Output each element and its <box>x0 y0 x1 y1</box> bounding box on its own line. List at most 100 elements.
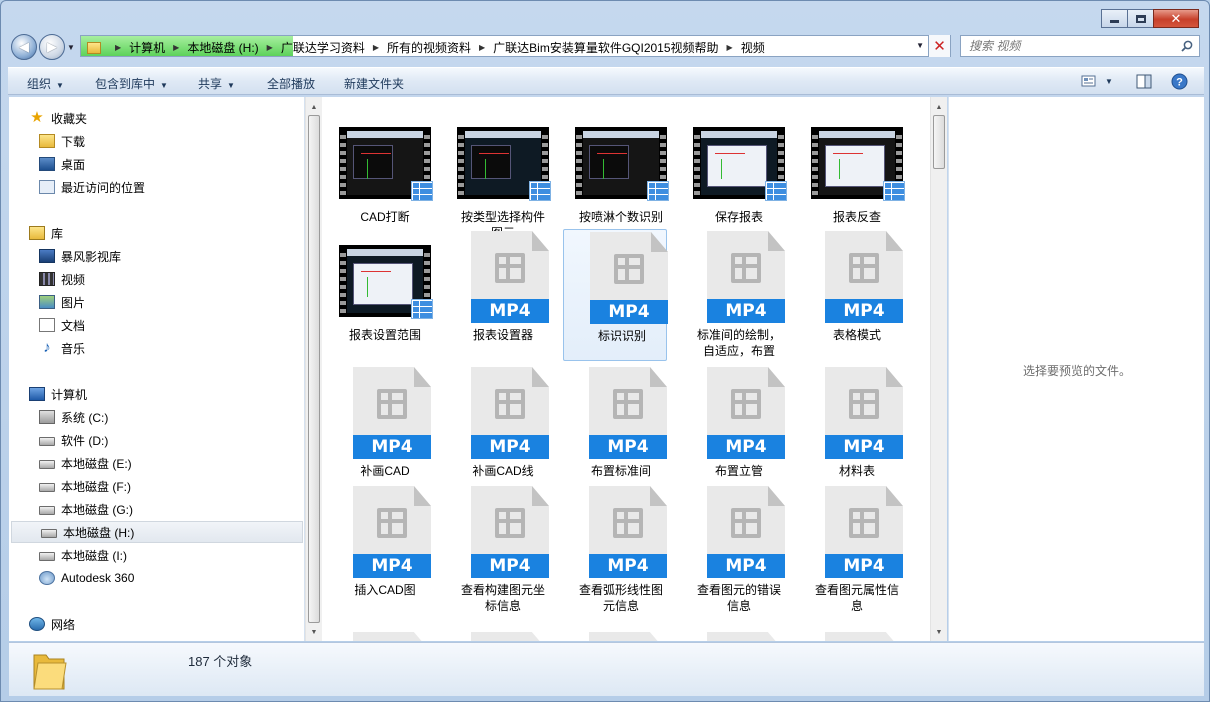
nav-label: 最近访问的位置 <box>61 180 146 195</box>
page-fold <box>886 486 903 506</box>
nav-computer[interactable]: 计算机 <box>29 383 87 405</box>
view-options-icon[interactable] <box>1081 74 1097 88</box>
file-name: 补画CAD <box>360 464 410 478</box>
file-item-add-cad-line[interactable]: MP4 补画CAD线 <box>445 365 549 497</box>
address-history-dropdown[interactable]: ▼ <box>916 41 924 50</box>
share-menu[interactable]: 共享 ▼ <box>198 75 235 92</box>
nav-libraries[interactable]: 库 <box>29 222 63 244</box>
nav-item-drive-g[interactable]: 本地磁盘 (G:) <box>39 498 133 520</box>
scroll-up-arrow[interactable]: ▲ <box>931 99 947 115</box>
file-item-report-trace[interactable]: 报表反查 <box>799 111 905 243</box>
search-icon[interactable] <box>1181 40 1193 52</box>
nav-item-drive-c[interactable]: 系统 (C:) <box>39 406 108 428</box>
nav-item-drive-f[interactable]: 本地磁盘 (F:) <box>39 475 131 497</box>
crumb-study-materials[interactable]: 广联达学习资料 <box>281 39 365 56</box>
nav-item-autodesk-360[interactable]: Autodesk 360 <box>39 567 134 589</box>
nav-item-drive-d[interactable]: 软件 (D:) <box>39 429 108 451</box>
file-item-partial[interactable] <box>707 632 785 641</box>
include-in-library-menu[interactable]: 包含到库中 ▼ <box>95 75 168 92</box>
file-item-view-element-attributes[interactable]: MP4 查看图元属性信息 <box>799 484 903 616</box>
video-file-badge-icon <box>411 299 433 319</box>
help-icon[interactable]: ? <box>1171 73 1188 90</box>
file-view-scrollbar[interactable]: ▲ ▼ <box>930 97 947 641</box>
new-folder-button[interactable]: 新建文件夹 <box>344 75 404 92</box>
file-name: 报表设置器 <box>472 328 533 342</box>
file-item-materials-table[interactable]: MP4 材料表 <box>799 365 903 497</box>
nav-item-videos[interactable]: 视频 <box>39 268 85 290</box>
file-item-add-cad[interactable]: MP4 补画CAD <box>327 365 431 497</box>
crumb-all-videos[interactable]: 所有的视频资料 <box>387 39 471 56</box>
search-input[interactable] <box>961 36 1161 56</box>
file-item-view-element-errors[interactable]: MP4 查看图元的错误信息 <box>681 484 785 616</box>
chevron-right-icon[interactable]: ▶ <box>267 43 273 52</box>
nav-item-recent-places[interactable]: 最近访问的位置 <box>39 176 145 198</box>
nav-item-storm-library[interactable]: 暴风影视库 <box>39 245 121 267</box>
close-button[interactable]: ✕ <box>1153 9 1199 28</box>
page-fold <box>532 231 549 251</box>
scroll-thumb[interactable] <box>933 115 945 169</box>
scroll-up-arrow[interactable]: ▲ <box>306 99 322 115</box>
scroll-down-arrow[interactable]: ▼ <box>931 624 947 640</box>
file-item-table-mode[interactable]: MP4 表格模式 <box>799 229 903 361</box>
nav-item-drive-h[interactable]: 本地磁盘 (H:) <box>11 521 303 543</box>
crumb-computer[interactable]: 计算机 <box>129 39 165 56</box>
file-item-report-range[interactable]: 报表设置范围 <box>327 229 433 361</box>
organize-menu[interactable]: 组织 ▼ <box>27 75 64 92</box>
preview-pane-icon[interactable] <box>1136 74 1152 89</box>
chevron-right-icon[interactable]: ▶ <box>373 43 379 52</box>
file-item-place-riser[interactable]: MP4 布置立管 <box>681 365 785 497</box>
chevron-right-icon[interactable]: ▶ <box>479 43 485 52</box>
file-item-report-settings[interactable]: MP4 报表设置器 <box>445 229 549 361</box>
nav-network[interactable]: 网络 <box>29 613 75 635</box>
file-item-view-element-coords[interactable]: MP4 查看构建图元坐标信息 <box>445 484 549 616</box>
file-item-cad-break[interactable]: CAD打断 <box>327 111 433 243</box>
scroll-thumb[interactable] <box>308 115 320 623</box>
crumb-videos[interactable]: 视频 <box>741 39 765 56</box>
file-item-view-arc-element[interactable]: MP4 查看弧形线性图元信息 <box>563 484 667 616</box>
file-item-standard-room-draw[interactable]: MP4 标准间的绘制，自适应，布置 <box>681 229 785 361</box>
page-fold <box>414 367 431 387</box>
file-item-partial[interactable] <box>589 632 667 641</box>
recent-pages-dropdown[interactable]: ▼ <box>67 43 75 52</box>
chevron-right-icon[interactable]: ▶ <box>115 43 121 52</box>
play-all-button[interactable]: 全部播放 <box>267 75 315 92</box>
nav-favorites[interactable]: ★ 收藏夹 <box>29 107 87 129</box>
chevron-down-icon[interactable]: ▼ <box>1105 77 1113 86</box>
file-item-partial[interactable] <box>471 632 549 641</box>
command-bar: 组织 ▼ 包含到库中 ▼ 共享 ▼ 全部播放 新建文件夹 ▼ ? <box>8 67 1204 95</box>
nav-item-drive-e[interactable]: 本地磁盘 (E:) <box>39 452 132 474</box>
crumb-gqi-help[interactable]: 广联达Bim安装算量软件GQI2015视频帮助 <box>493 39 718 56</box>
nav-item-pictures[interactable]: 图片 <box>39 291 85 313</box>
search-box[interactable] <box>960 35 1200 57</box>
video-thumbnail <box>811 127 905 201</box>
chevron-right-icon[interactable]: ▶ <box>727 43 733 52</box>
page-fold <box>768 486 785 506</box>
nav-item-desktop[interactable]: 桌面 <box>39 153 85 175</box>
file-item-insert-cad[interactable]: MP4 插入CAD图 <box>327 484 431 616</box>
mp4-file-icon: MP4 <box>471 486 549 578</box>
file-item-save-report[interactable]: 保存报表 <box>681 111 787 243</box>
nav-scrollbar[interactable]: ▲ ▼ <box>305 97 322 641</box>
minimize-button[interactable] <box>1101 9 1128 28</box>
file-item-sprinkler-count[interactable]: 按喷淋个数识别 <box>563 111 669 243</box>
nav-item-drive-i[interactable]: 本地磁盘 (I:) <box>39 544 127 566</box>
address-bar[interactable]: ▶ 计算机 ▶ 本地磁盘 (H:) ▶ 广联达学习资料 ▶ 所有的视频资料 ▶ … <box>80 35 951 57</box>
maximize-button[interactable] <box>1127 9 1154 28</box>
file-item-partial[interactable] <box>825 632 903 641</box>
nav-item-downloads[interactable]: 下载 <box>39 130 85 152</box>
forward-button[interactable]: ▶ <box>39 34 65 60</box>
crumb-drive-h[interactable]: 本地磁盘 (H:) <box>187 39 258 56</box>
scroll-down-arrow[interactable]: ▼ <box>306 624 322 640</box>
file-item-partial[interactable] <box>353 632 431 641</box>
file-item-identifier-recognition[interactable]: MP4 标识识别 <box>563 229 668 361</box>
nav-item-music[interactable]: ♪ 音乐 <box>39 337 85 359</box>
back-button[interactable]: ◀ <box>11 34 37 60</box>
hard-drive-icon <box>39 460 55 469</box>
nav-item-documents[interactable]: 文档 <box>39 314 85 336</box>
film-icon <box>849 253 879 283</box>
chevron-right-icon[interactable]: ▶ <box>173 43 179 52</box>
file-item-place-standard-room[interactable]: MP4 布置标准间 <box>563 365 667 497</box>
file-type-label: MP4 <box>825 435 903 459</box>
file-item-select-by-type[interactable]: 按类型选择构件图元 <box>445 111 551 243</box>
stop-loading-button[interactable]: ✕ <box>928 35 950 57</box>
